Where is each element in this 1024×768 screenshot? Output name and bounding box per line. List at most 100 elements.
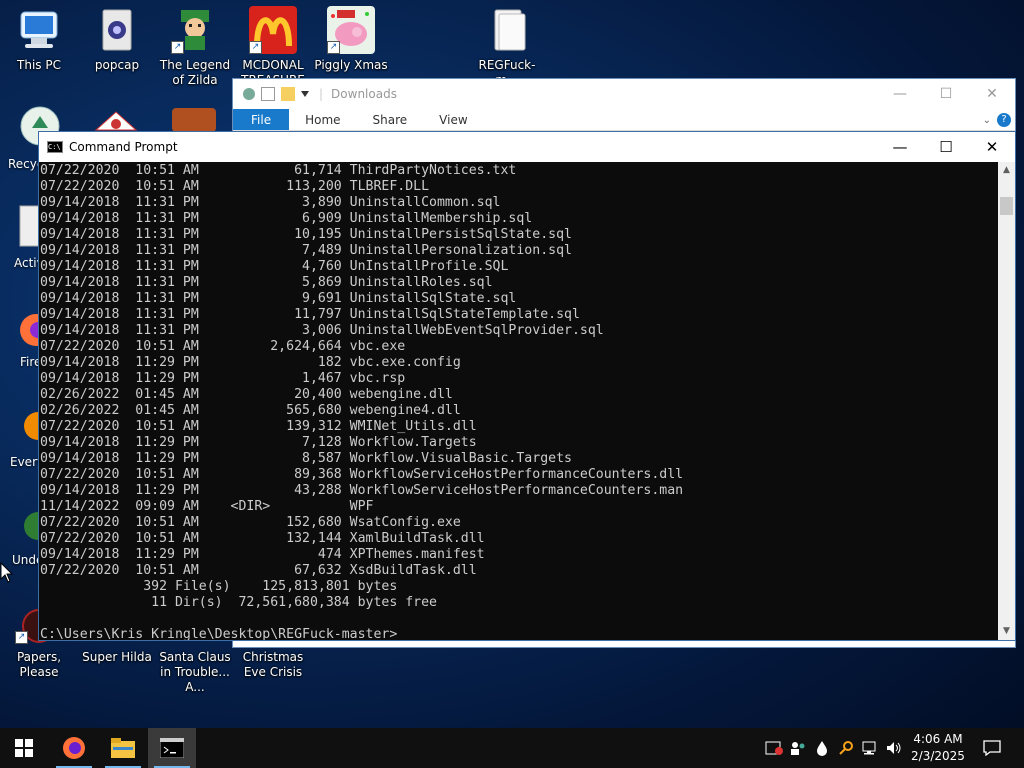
console-line: 09/14/2018 11:31 PM 6,909 UninstallMembe… <box>40 211 533 226</box>
console-output[interactable]: 07/22/2020 10:51 AM 61,714 ThirdPartyNot… <box>39 162 999 640</box>
taskbar-clock[interactable]: 4:06 AM 2/3/2025 <box>906 731 970 765</box>
desktop-icon-super-hilda[interactable]: Super Hilda <box>78 650 156 665</box>
console-line: 09/14/2018 11:31 PM 3,890 UninstallCommo… <box>40 195 501 210</box>
command-prompt-window[interactable]: C:\ Command Prompt — ☐ ✕ 07/22/2020 10:5… <box>38 131 1016 641</box>
close-button[interactable]: ✕ <box>969 79 1015 109</box>
console-line: 07/22/2020 10:51 AM 89,368 WorkflowServi… <box>40 467 684 482</box>
taskbar-firefox-button[interactable] <box>50 728 98 768</box>
properties-icon[interactable] <box>261 87 275 101</box>
vertical-scrollbar[interactable]: ▲ ▼ <box>998 162 1015 640</box>
notification-icon <box>983 740 1001 756</box>
console-line: 09/14/2018 11:29 PM 8,587 Workflow.Visua… <box>40 451 572 466</box>
desktop-icon-popcap[interactable]: popcap <box>78 6 156 73</box>
scroll-down-arrow-icon[interactable]: ▼ <box>998 623 1015 640</box>
windows-logo-icon <box>15 739 33 757</box>
customize-toolbar-chevron-icon[interactable] <box>301 91 309 97</box>
water-drop-icon[interactable] <box>810 728 834 768</box>
mcdonalds-logo-icon: ↗ <box>249 6 297 54</box>
desktop-icon-legend-of-zilda[interactable]: ↗ The Legend of Zilda <box>156 6 234 88</box>
close-button[interactable]: ✕ <box>969 132 1015 162</box>
shortcut-arrow-icon: ↗ <box>327 41 340 54</box>
folder-icon <box>111 738 135 758</box>
maximize-button[interactable]: ☐ <box>923 79 969 109</box>
desktop-icon-undertale[interactable] <box>16 504 52 548</box>
folder-icon <box>93 6 141 54</box>
desktop-icon-firefox[interactable] <box>16 306 52 350</box>
tab-home[interactable]: Home <box>289 109 356 130</box>
command-prompt-icon <box>160 738 184 758</box>
scrollbar-thumb[interactable] <box>1000 197 1013 215</box>
shortcut-arrow-icon: ↗ <box>15 631 28 644</box>
console-line: 07/22/2020 10:51 AM 113,200 TLBREF.DLL <box>40 179 430 194</box>
console-line: 02/26/2022 01:45 AM 20,400 webengine.dll <box>40 387 453 402</box>
tab-file[interactable]: File <box>233 109 290 130</box>
desktop-icon-label: popcap <box>94 58 140 72</box>
game-icon <box>172 108 216 132</box>
desktop-icon-game-hidden[interactable] <box>170 106 218 132</box>
console-line: 09/14/2018 11:31 PM 7,489 UninstallPerso… <box>40 243 572 258</box>
computer-icon <box>15 6 63 54</box>
key-icon[interactable] <box>834 728 858 768</box>
security-alert-icon[interactable] <box>762 728 786 768</box>
desktop-icon-christmas-eve-crisis[interactable]: Christmas Eve Crisis <box>234 650 312 680</box>
volume-icon[interactable] <box>882 728 906 768</box>
console-line: 07/22/2020 10:51 AM 152,680 WsatConfig.e… <box>40 515 461 530</box>
desktop-icon-label: Santa Claus in Trouble... A... <box>159 650 231 694</box>
desktop-icon-activate[interactable] <box>18 204 41 248</box>
ribbon-expand-chevron-icon[interactable]: ⌄ <box>983 115 991 126</box>
cmd-app-icon: C:\ <box>47 141 63 153</box>
explorer-titlebar[interactable]: | Downloads — ☐ ✕ <box>233 79 1015 109</box>
start-button[interactable] <box>0 728 48 768</box>
desktop-icon-piggly-xmas[interactable]: ↗ Piggly Xmas <box>312 6 390 73</box>
game-character-icon: ↗ <box>171 6 219 54</box>
console-line: 11/14/2022 09:09 AM <DIR> WPF <box>40 499 374 514</box>
people-icon[interactable] <box>786 728 810 768</box>
minimize-button[interactable]: — <box>877 132 923 162</box>
clock-date: 2/3/2025 <box>911 749 965 763</box>
console-line: 09/14/2018 11:31 PM 5,869 UninstallRoles… <box>40 275 493 290</box>
desktop-icon-label: Piggly Xmas <box>314 58 388 72</box>
console-line: 09/14/2018 11:29 PM 43,288 WorkflowServi… <box>40 483 684 498</box>
shortcut-arrow-icon: ↗ <box>171 41 184 54</box>
taskbar-command-prompt-button[interactable] <box>148 728 196 768</box>
desktop-icon-this-pc[interactable]: This PC <box>0 6 78 73</box>
help-icon[interactable]: ? <box>997 113 1011 127</box>
clock-time: 4:06 AM <box>913 732 963 746</box>
explorer-app-icon <box>243 88 255 100</box>
zip-folder-icon <box>483 6 531 54</box>
mouse-pointer-icon <box>0 562 14 583</box>
shortcut-arrow-icon: ↗ <box>249 41 262 54</box>
cmd-titlebar[interactable]: C:\ Command Prompt — ☐ ✕ <box>39 132 1015 162</box>
explorer-window-controls: — ☐ ✕ <box>877 79 1015 109</box>
desktop-icon-label: The Legend of Zilda <box>159 58 231 87</box>
firefox-icon <box>63 737 85 759</box>
tab-share[interactable]: Share <box>357 109 424 130</box>
console-line: 392 File(s) 125,813,801 bytes <box>40 579 398 594</box>
maximize-button[interactable]: ☐ <box>923 132 969 162</box>
system-tray <box>762 728 906 768</box>
console-line: 07/22/2020 10:51 AM 2,624,664 vbc.exe <box>40 339 406 354</box>
console-line: 07/22/2020 10:51 AM 139,312 WMINet_Utils… <box>40 419 477 434</box>
console-line: 11 Dir(s) 72,561,680,384 bytes free <box>40 595 437 610</box>
file-icon <box>19 205 41 247</box>
desktop-icon-santa-claus[interactable]: Santa Claus in Trouble... A... <box>156 650 234 695</box>
window-title: Command Prompt <box>69 140 178 154</box>
console-line: 02/26/2022 01:45 AM 565,680 webengine4.d… <box>40 403 461 418</box>
desktop-icon-label: Papers, Please <box>16 650 62 679</box>
action-center-button[interactable] <box>978 728 1006 768</box>
network-icon[interactable] <box>858 728 882 768</box>
desktop-icon-every[interactable] <box>16 404 52 448</box>
desktop-icon-mcdonal-treasure[interactable]: ↗ MCDONAL TREASURE <box>234 6 312 88</box>
tab-view[interactable]: View <box>423 109 483 130</box>
minimize-button[interactable]: — <box>877 79 923 109</box>
firefox-icon <box>20 314 52 346</box>
scroll-up-arrow-icon[interactable]: ▲ <box>998 162 1015 179</box>
desktop-icon-regfuck[interactable]: REGFuck-m... <box>468 6 546 88</box>
app-icon <box>24 412 52 440</box>
taskbar: 4:06 AM 2/3/2025 <box>0 728 1024 768</box>
taskbar-file-explorer-button[interactable] <box>99 728 147 768</box>
new-folder-icon[interactable] <box>281 87 295 101</box>
console-line: 09/14/2018 11:29 PM 474 XPThemes.manifes… <box>40 547 485 562</box>
desktop-icon-santa-hidden[interactable] <box>92 108 140 132</box>
